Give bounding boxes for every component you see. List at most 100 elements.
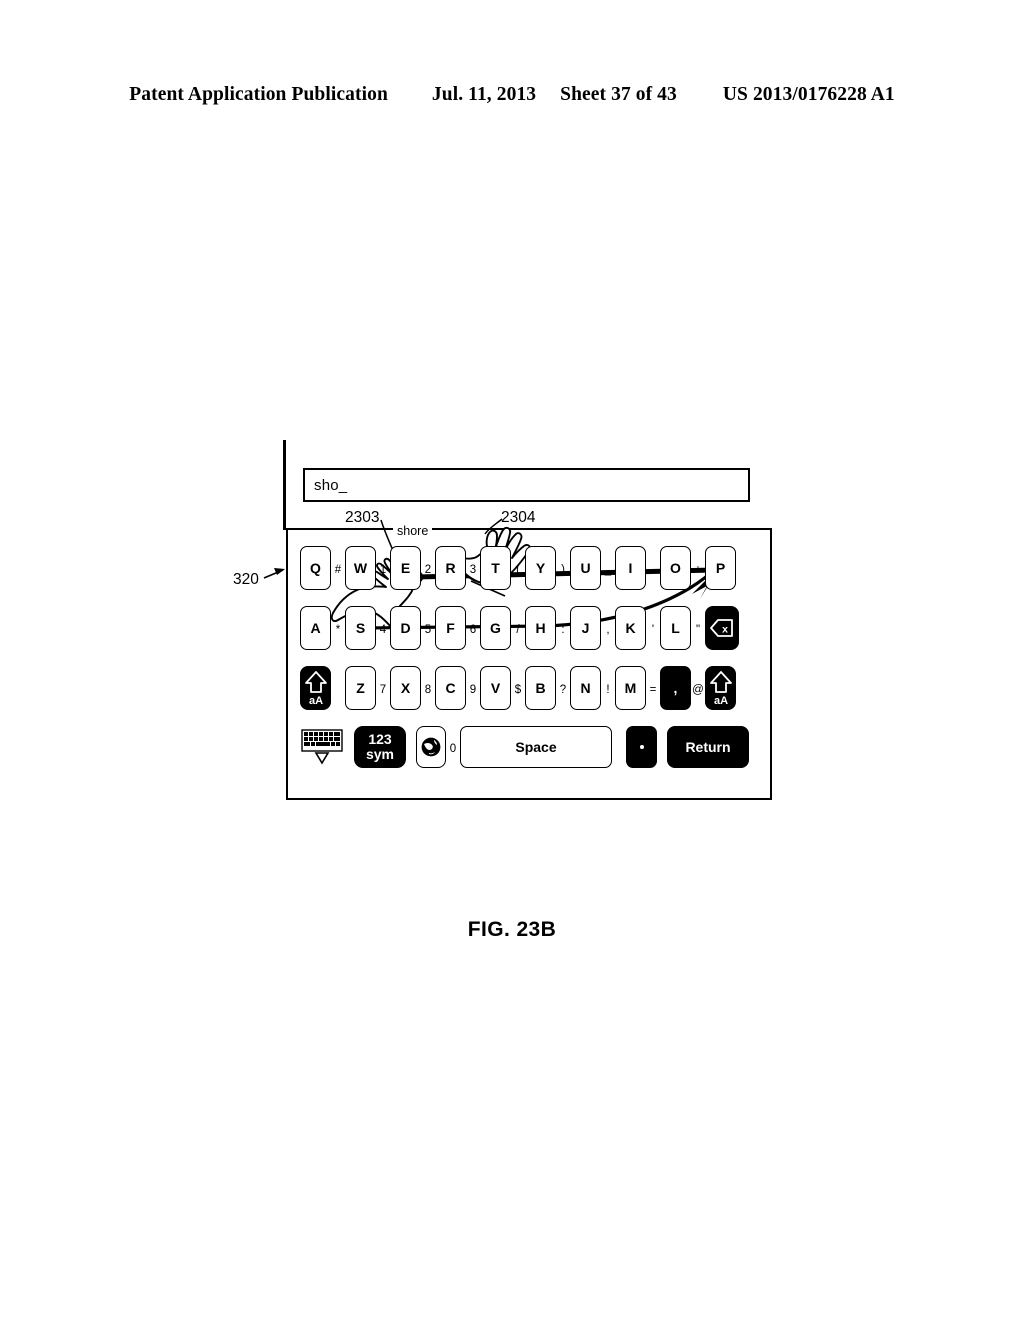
- key-b[interactable]: B: [525, 666, 556, 710]
- altchar-asterisk[interactable]: *: [331, 625, 345, 637]
- key-label: Q: [310, 560, 321, 576]
- key-symbols[interactable]: 123 sym: [354, 726, 406, 768]
- svg-text:x: x: [722, 624, 728, 636]
- altchar-0[interactable]: 0: [446, 744, 460, 756]
- altchar-hyphen[interactable]: -: [646, 565, 660, 577]
- callout-label-2304: 2304: [501, 509, 536, 526]
- key-label: W: [353, 560, 368, 576]
- key-g[interactable]: G: [480, 606, 511, 650]
- altchar-paren-open[interactable]: (: [511, 565, 525, 577]
- altchar-question[interactable]: ?: [556, 685, 570, 697]
- callout-label-320: 320: [233, 571, 259, 588]
- key-k[interactable]: K: [615, 606, 646, 650]
- key-label: Y: [535, 560, 546, 576]
- altchar-9[interactable]: 9: [466, 685, 480, 697]
- key-label: J: [581, 620, 590, 636]
- key-shift-right[interactable]: aA: [705, 666, 736, 710]
- key-m[interactable]: M: [615, 666, 646, 710]
- key-s[interactable]: S: [345, 606, 376, 650]
- key-label: L: [671, 620, 680, 636]
- altchar-comma[interactable]: ,: [601, 625, 615, 637]
- key-label: Z: [356, 680, 365, 696]
- word-suggestion[interactable]: shore: [393, 524, 433, 538]
- altchar-8[interactable]: 8: [421, 685, 435, 697]
- key-p[interactable]: P: [705, 546, 736, 590]
- key-h[interactable]: H: [525, 606, 556, 650]
- key-return[interactable]: Return: [667, 726, 749, 768]
- hide-keyboard-icon[interactable]: [300, 726, 344, 768]
- key-j[interactable]: J: [570, 606, 601, 650]
- key-q[interactable]: Q: [300, 546, 331, 590]
- key-label: R: [445, 560, 456, 576]
- key-label: H: [535, 620, 546, 636]
- key-r[interactable]: R: [435, 546, 466, 590]
- period-dot-icon: [639, 745, 644, 749]
- key-label: B: [535, 680, 546, 696]
- altchar-paren-close[interactable]: ): [556, 565, 570, 577]
- key-a[interactable]: A: [300, 606, 331, 650]
- altchar-hash[interactable]: #: [331, 565, 345, 577]
- key-shift-left[interactable]: aA: [300, 666, 331, 710]
- key-label: U: [580, 560, 591, 576]
- altchar-exclamation[interactable]: !: [601, 685, 615, 697]
- backspace-icon: x: [709, 616, 735, 640]
- shift-arrow-icon: aA: [708, 669, 734, 707]
- keyboard-row-1: Q # W 1 E 2 R 3 T ( Y ) U _ I - O + P: [300, 546, 736, 590]
- altchar-dollar[interactable]: $: [511, 685, 525, 697]
- key-x[interactable]: X: [390, 666, 421, 710]
- keyboard-row-2: A * S 4 D 5 F 6 G / H : J , K ' L " x: [300, 606, 739, 650]
- key-label: P: [715, 560, 726, 576]
- space-label: Space: [515, 739, 557, 755]
- return-label: Return: [685, 739, 731, 755]
- key-f[interactable]: F: [435, 606, 466, 650]
- altchar-underscore[interactable]: _: [601, 565, 615, 577]
- figure-overlay: [263, 518, 720, 637]
- key-label: X: [400, 680, 411, 696]
- altchar-quote[interactable]: ": [691, 625, 705, 637]
- callout-leader-320: [263, 568, 285, 579]
- altchar-at[interactable]: @: [691, 685, 705, 697]
- key-backspace[interactable]: x: [705, 606, 739, 650]
- key-t[interactable]: T: [480, 546, 511, 590]
- symbols-line2: sym: [365, 746, 395, 762]
- key-n[interactable]: N: [570, 666, 601, 710]
- keyboard-row-4: 123 sym 0 Space Return: [300, 726, 749, 768]
- key-o[interactable]: O: [660, 546, 691, 590]
- key-d[interactable]: D: [390, 606, 421, 650]
- altchar-2[interactable]: 2: [421, 565, 435, 577]
- altchar-1[interactable]: 1: [376, 565, 390, 577]
- key-i[interactable]: I: [615, 546, 646, 590]
- altchar-slash[interactable]: /: [511, 625, 525, 637]
- altchar-4[interactable]: 4: [376, 625, 390, 637]
- key-period[interactable]: [626, 726, 657, 768]
- key-label: I: [628, 560, 633, 576]
- key-y[interactable]: Y: [525, 546, 556, 590]
- key-language-globe[interactable]: [416, 726, 446, 768]
- altchar-plus[interactable]: +: [691, 565, 705, 577]
- key-u[interactable]: U: [570, 546, 601, 590]
- altchar-equals[interactable]: =: [646, 685, 660, 697]
- key-z[interactable]: Z: [345, 666, 376, 710]
- key-label: D: [400, 620, 411, 636]
- altchar-6[interactable]: 6: [466, 625, 480, 637]
- altchar-colon[interactable]: :: [556, 625, 570, 637]
- key-l[interactable]: L: [660, 606, 691, 650]
- key-e[interactable]: E: [390, 546, 421, 590]
- key-label: A: [310, 620, 321, 636]
- altchar-apostrophe[interactable]: ': [646, 625, 660, 637]
- key-label: T: [491, 560, 500, 576]
- altchar-7[interactable]: 7: [376, 685, 390, 697]
- key-label: M: [624, 680, 637, 696]
- shift-arrow-icon: aA: [303, 669, 329, 707]
- key-c[interactable]: C: [435, 666, 466, 710]
- key-label: C: [445, 680, 456, 696]
- key-w[interactable]: W: [345, 546, 376, 590]
- key-v[interactable]: V: [480, 666, 511, 710]
- key-comma[interactable]: ,: [660, 666, 691, 710]
- key-label: F: [446, 620, 455, 636]
- altchar-3[interactable]: 3: [466, 565, 480, 577]
- altchar-5[interactable]: 5: [421, 625, 435, 637]
- shift-label: aA: [713, 695, 727, 707]
- key-space[interactable]: Space: [460, 726, 612, 768]
- globe-icon: [420, 736, 442, 758]
